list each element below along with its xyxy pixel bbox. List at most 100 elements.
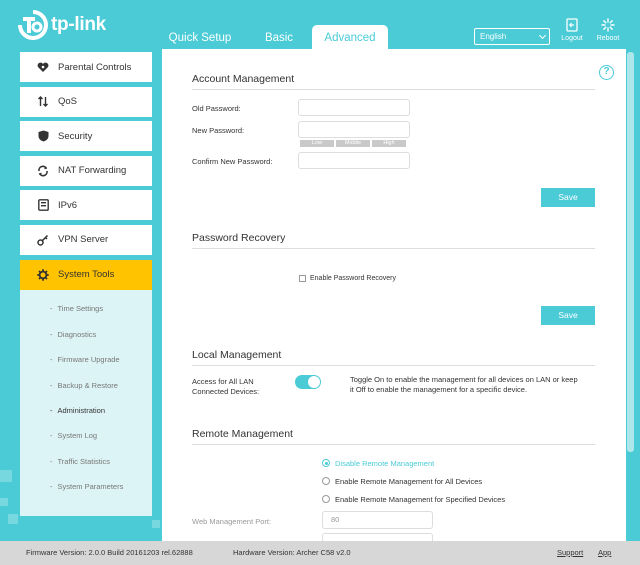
web-management-port-label: Web Management Port: xyxy=(192,517,272,526)
header: tp-link Quick Setup Basic Advanced Engli… xyxy=(0,0,640,50)
decor-pixel xyxy=(0,470,12,482)
subnav-label: Traffic Statistics xyxy=(57,456,111,466)
subnav-backup-restore[interactable]: - Backup & Restore xyxy=(20,372,152,397)
footer: Firmware Version: 2.0.0 Build 20161203 r… xyxy=(0,541,640,565)
radio-enable-remote-all-label: Enable Remote Management for All Devices xyxy=(335,477,483,486)
sidebar-item-label: VPN Server xyxy=(58,234,109,246)
sidebar: Parental Controls QoS Security NAT Forwa… xyxy=(20,52,152,517)
old-password-label: Old Password: xyxy=(192,104,241,113)
old-password-input[interactable] xyxy=(298,99,410,116)
language-selected: English xyxy=(480,32,507,41)
lan-access-label-line2: Connected Devices: xyxy=(192,387,260,396)
scrollbar-thumb[interactable] xyxy=(627,52,634,452)
subnav-label: System Log xyxy=(57,431,98,441)
confirm-password-input[interactable] xyxy=(298,152,410,169)
sidebar-item-label: Parental Controls xyxy=(58,61,132,73)
subnav-firmware-upgrade[interactable]: - Firmware Upgrade xyxy=(20,347,152,372)
reboot-label: Reboot xyxy=(596,35,620,42)
brand-logo: tp-link xyxy=(18,10,106,40)
logout-label: Logout xyxy=(561,35,583,42)
section-title-remote: Remote Management xyxy=(192,428,293,440)
password-recovery-label: Enable Password Recovery xyxy=(310,275,396,282)
tab-advanced[interactable]: Advanced xyxy=(312,25,388,50)
key-icon xyxy=(36,234,50,246)
system-tools-submenu: - Time Settings - Diagnostics - Firmware Up… xyxy=(20,290,152,517)
gear-icon xyxy=(36,268,50,281)
radio-enable-remote-specified-label: Enable Remote Management for Specified D… xyxy=(335,495,506,504)
sidebar-item-label: IPv6 xyxy=(58,199,78,211)
logout-icon xyxy=(557,18,587,32)
web-management-port-input[interactable]: 80 xyxy=(322,511,433,529)
new-password-label: New Password: xyxy=(192,126,245,135)
support-link[interactable]: Support xyxy=(557,548,583,557)
app-link[interactable]: App xyxy=(598,548,611,557)
reboot-icon xyxy=(593,18,623,32)
shield-icon xyxy=(36,130,50,142)
sidebar-item-label: QoS xyxy=(58,96,78,108)
help-icon[interactable]: ? xyxy=(599,65,614,80)
sidebar-item-parental-controls[interactable]: Parental Controls xyxy=(20,52,152,82)
toggle-knob xyxy=(308,376,320,388)
subnav-label: Firmware Upgrade xyxy=(57,355,120,365)
tab-quick-setup[interactable]: Quick Setup xyxy=(152,25,248,50)
section-title-local: Local Management xyxy=(192,349,282,361)
save-button-account[interactable]: Save xyxy=(541,188,595,207)
subnav-administration[interactable]: - Administration xyxy=(20,398,152,423)
divider xyxy=(192,365,595,366)
tab-basic[interactable]: Basic xyxy=(248,25,310,50)
sidebar-item-label: NAT Forwarding xyxy=(58,165,127,177)
reboot-button[interactable]: Reboot xyxy=(593,18,623,42)
logout-button[interactable]: Logout xyxy=(557,18,587,42)
new-password-input[interactable] xyxy=(298,121,410,138)
divider xyxy=(192,444,595,445)
radio-enable-remote-specified[interactable] xyxy=(322,495,330,503)
sidebar-item-security[interactable]: Security xyxy=(20,121,152,152)
language-select[interactable]: English xyxy=(474,28,550,45)
subnav-system-log[interactable]: - System Log xyxy=(20,423,152,448)
ipv6-icon xyxy=(36,199,50,212)
main-tabs: Quick Setup Basic Advanced xyxy=(152,25,388,50)
lan-access-description: Toggle On to enable the management for a… xyxy=(350,375,578,394)
radio-disable-remote[interactable] xyxy=(322,459,330,467)
subnav-traffic-statistics[interactable]: - Traffic Statistics xyxy=(20,449,152,474)
heart-icon xyxy=(36,62,50,73)
updown-arrows-icon xyxy=(36,96,50,108)
subnav-diagnostics[interactable]: - Diagnostics xyxy=(20,322,152,347)
radio-enable-remote-all[interactable] xyxy=(322,477,330,485)
lan-access-label-line1: Access for All LAN xyxy=(192,377,254,386)
password-strength-meter: Low Middle High xyxy=(300,140,408,147)
subnav-label: Administration xyxy=(57,405,106,415)
decor-pixel xyxy=(8,514,18,524)
strength-middle: Middle xyxy=(336,140,370,147)
section-title-recovery: Password Recovery xyxy=(192,232,286,244)
subnav-label: Diagnostics xyxy=(57,329,97,339)
sidebar-item-vpn-server[interactable]: VPN Server xyxy=(20,224,152,255)
save-button-recovery[interactable]: Save xyxy=(541,306,595,325)
subnav-time-settings[interactable]: - Time Settings xyxy=(20,296,152,321)
section-title-account: Account Management xyxy=(192,73,295,85)
brand-name: tp-link xyxy=(51,14,106,35)
strength-high: High xyxy=(372,140,406,147)
strength-low: Low xyxy=(300,140,334,147)
sidebar-item-label: System Tools xyxy=(58,269,115,281)
firmware-version: Firmware Version: 2.0.0 Build 20161203 r… xyxy=(26,548,193,557)
nat-icon xyxy=(36,165,50,177)
content-panel: ? Account Management Old Password: New P… xyxy=(162,49,626,565)
chevron-down-icon xyxy=(538,31,547,40)
hardware-version: Hardware Version: Archer C58 v2.0 xyxy=(233,548,351,557)
subnav-system-parameters[interactable]: - System Parameters xyxy=(20,474,152,499)
sidebar-item-qos[interactable]: QoS xyxy=(20,86,152,117)
radio-disable-remote-label: Disable Remote Management xyxy=(335,459,435,468)
divider xyxy=(192,248,595,249)
password-recovery-checkbox[interactable] xyxy=(299,275,306,282)
decor-pixel xyxy=(152,520,160,528)
divider xyxy=(192,89,595,90)
confirm-password-label: Confirm New Password: xyxy=(192,157,273,166)
sidebar-item-system-tools[interactable]: System Tools xyxy=(20,259,152,290)
tp-link-logo-icon xyxy=(18,10,48,40)
subnav-label: Time Settings xyxy=(57,304,104,314)
sidebar-item-nat-forwarding[interactable]: NAT Forwarding xyxy=(20,155,152,186)
lan-access-toggle[interactable] xyxy=(295,375,321,389)
sidebar-item-ipv6[interactable]: IPv6 xyxy=(20,190,152,221)
subnav-label: System Parameters xyxy=(57,482,124,492)
